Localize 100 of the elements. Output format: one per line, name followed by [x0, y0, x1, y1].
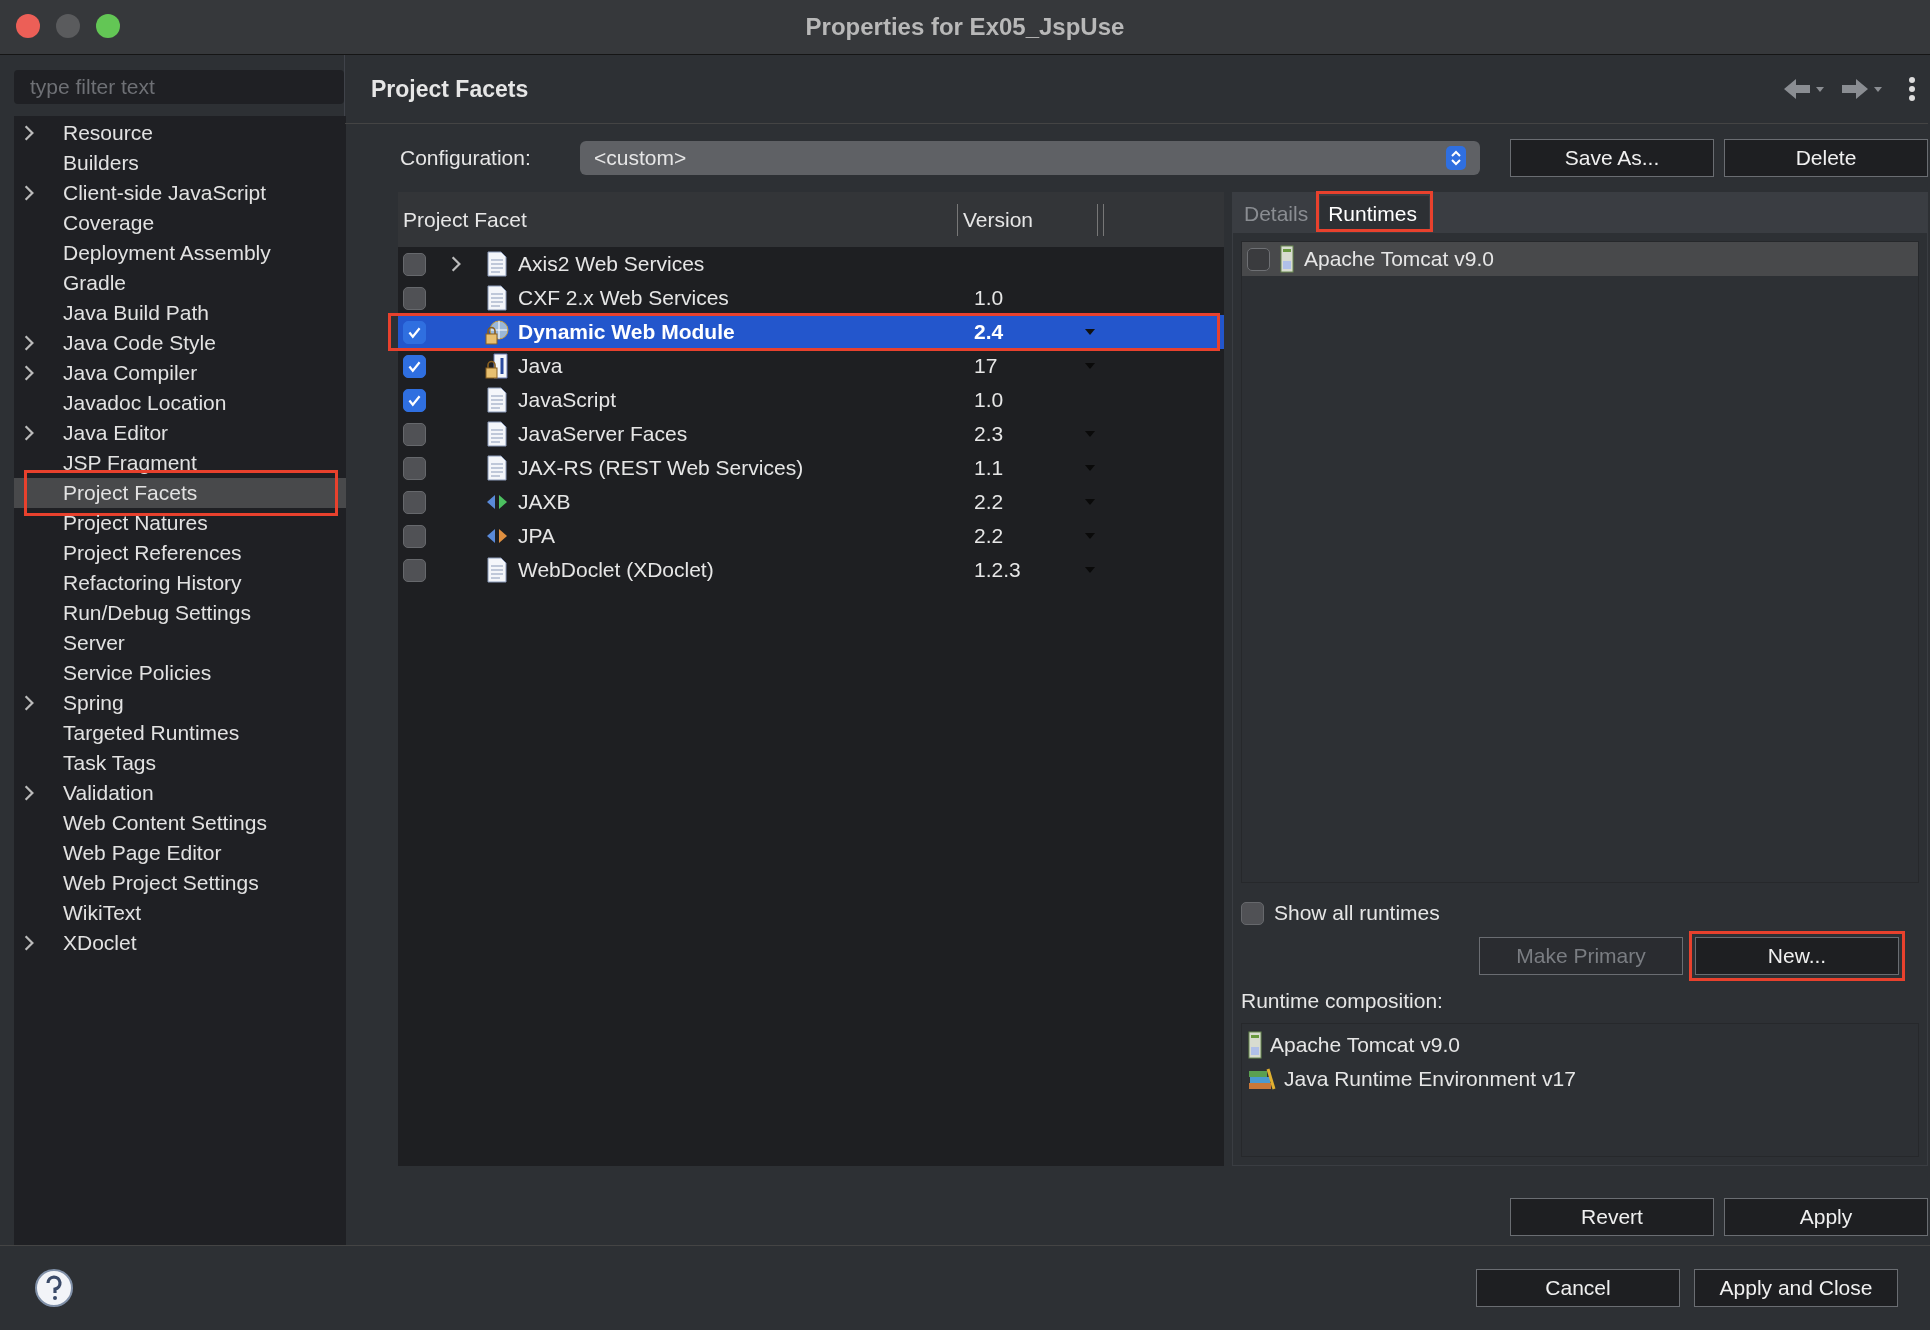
chevron-icon[interactable]: [450, 255, 462, 273]
checkbox[interactable]: [403, 286, 426, 310]
runtime-name: Apache Tomcat v9.0: [1304, 247, 1494, 271]
page-button[interactable]: Revert: [1510, 1198, 1714, 1236]
column-header[interactable]: Version: [958, 203, 1098, 236]
close-icon[interactable]: [16, 14, 40, 38]
checkbox[interactable]: [403, 558, 426, 582]
zoom-icon[interactable]: [96, 14, 120, 38]
composition-item: Java Runtime Environment v17: [1284, 1067, 1576, 1091]
category-item[interactable]: XDoclet: [14, 928, 346, 958]
forward-arrow-icon[interactable]: [1840, 77, 1884, 101]
category-item[interactable]: Java Compiler: [14, 358, 346, 388]
runtime-button[interactable]: New...: [1695, 937, 1899, 975]
chevron-icon[interactable]: [23, 364, 35, 382]
dropdown-caret-icon[interactable]: [1084, 328, 1096, 336]
category-item[interactable]: Web Project Settings: [14, 868, 346, 898]
category-item[interactable]: Task Tags: [14, 748, 346, 778]
configuration-button[interactable]: Delete: [1724, 139, 1928, 177]
dialog-button[interactable]: Cancel: [1476, 1269, 1680, 1307]
menu-icon[interactable]: [1908, 76, 1916, 102]
help-icon[interactable]: [34, 1268, 74, 1308]
facet-row[interactable]: Dynamic Web Module 2.4: [398, 315, 1224, 349]
checkbox[interactable]: [403, 422, 426, 446]
composition-label: Runtime composition:: [1241, 989, 1444, 1013]
chevron-icon[interactable]: [23, 694, 35, 712]
facet-version: 2.2: [974, 524, 1005, 548]
category-item[interactable]: Targeted Runtimes: [14, 718, 346, 748]
category-item[interactable]: Javadoc Location: [14, 388, 346, 418]
chevron-icon[interactable]: [23, 934, 35, 952]
facet-row[interactable]: CXF 2.x Web Services 1.0: [398, 281, 1224, 315]
facet-name: JavaServer Faces: [518, 422, 689, 446]
checkbox[interactable]: [403, 354, 426, 378]
stepper-icon: [1446, 146, 1466, 170]
category-item[interactable]: Builders: [14, 148, 346, 178]
page-title: Project Facets: [371, 75, 529, 103]
facet-name: Java: [518, 354, 564, 378]
page-button[interactable]: Apply: [1724, 1198, 1928, 1236]
chevron-icon[interactable]: [23, 184, 35, 202]
tab[interactable]: Runtimes: [1320, 196, 1429, 232]
category-item[interactable]: Java Editor: [14, 418, 346, 448]
category-item[interactable]: Project Facets: [14, 478, 346, 508]
category-item[interactable]: Project References: [14, 538, 346, 568]
category-item[interactable]: Refactoring History: [14, 568, 346, 598]
filter-field[interactable]: type filter text: [14, 70, 344, 104]
facet-row[interactable]: JavaScript 1.0: [398, 383, 1224, 417]
category-item[interactable]: Web Content Settings: [14, 808, 346, 838]
category-item[interactable]: Java Build Path: [14, 298, 346, 328]
dialog-button[interactable]: Apply and Close: [1694, 1269, 1898, 1307]
facet-row[interactable]: Axis2 Web Services: [398, 247, 1224, 281]
runtime-item[interactable]: Apache Tomcat v9.0: [1242, 242, 1918, 276]
facet-version: 17: [974, 354, 999, 378]
facet-name: WebDoclet (XDoclet): [518, 558, 715, 582]
category-item[interactable]: Validation: [14, 778, 346, 808]
checkbox[interactable]: [1247, 247, 1270, 271]
facet-row[interactable]: Java 17: [398, 349, 1224, 383]
category-item[interactable]: JSP Fragment: [14, 448, 346, 478]
facet-name: Axis2 Web Services: [518, 252, 706, 276]
checkbox[interactable]: [403, 252, 426, 276]
facet-version: 2.2: [974, 490, 1005, 514]
column-header[interactable]: Project Facet: [398, 203, 958, 236]
document-icon: [484, 387, 510, 413]
facet-row[interactable]: WebDoclet (XDoclet) 1.2.3: [398, 553, 1224, 587]
globe-lock-icon: [484, 319, 510, 345]
checkbox[interactable]: [403, 320, 426, 344]
checkbox[interactable]: [403, 456, 426, 480]
window-title: Properties for Ex05_JspUse: [805, 13, 1125, 41]
chevron-icon[interactable]: [23, 784, 35, 802]
back-arrow-icon[interactable]: [1782, 77, 1826, 101]
facet-name: JavaScript: [518, 388, 618, 412]
configuration-dropdown[interactable]: <custom>: [580, 141, 1480, 175]
category-item[interactable]: Server: [14, 628, 346, 658]
chevron-icon[interactable]: [23, 334, 35, 352]
facet-row[interactable]: JAX-RS (REST Web Services) 1.1: [398, 451, 1224, 485]
facet-version: 1.1: [974, 456, 1005, 480]
chevron-icon[interactable]: [23, 424, 35, 442]
category-item[interactable]: Run/Debug Settings: [14, 598, 346, 628]
checkbox[interactable]: [1241, 901, 1264, 925]
document-lock-icon: [484, 353, 510, 379]
checkbox[interactable]: [403, 388, 426, 412]
server-icon: [1280, 245, 1294, 273]
checkbox[interactable]: [403, 490, 426, 514]
category-item[interactable]: Gradle: [14, 268, 346, 298]
facet-row[interactable]: JPA 2.2: [398, 519, 1224, 553]
category-item[interactable]: Spring: [14, 688, 346, 718]
facet-row[interactable]: JavaServer Faces 2.3: [398, 417, 1224, 451]
category-item[interactable]: Service Policies: [14, 658, 346, 688]
chevron-icon[interactable]: [23, 124, 35, 142]
category-item[interactable]: Client-side JavaScript: [14, 178, 346, 208]
facet-row[interactable]: JAXB 2.2: [398, 485, 1224, 519]
checkbox[interactable]: [403, 524, 426, 548]
category-item[interactable]: WikiText: [14, 898, 346, 928]
facet-name: JPA: [518, 524, 556, 548]
configuration-button[interactable]: Save As...: [1510, 139, 1714, 177]
category-item[interactable]: Deployment Assembly: [14, 238, 346, 268]
category-item[interactable]: Coverage: [14, 208, 346, 238]
category-item[interactable]: Java Code Style: [14, 328, 346, 358]
category-item[interactable]: Resource: [14, 118, 346, 148]
category-item[interactable]: Project Natures: [14, 508, 346, 538]
server-icon: [1248, 1031, 1262, 1059]
category-item[interactable]: Web Page Editor: [14, 838, 346, 868]
